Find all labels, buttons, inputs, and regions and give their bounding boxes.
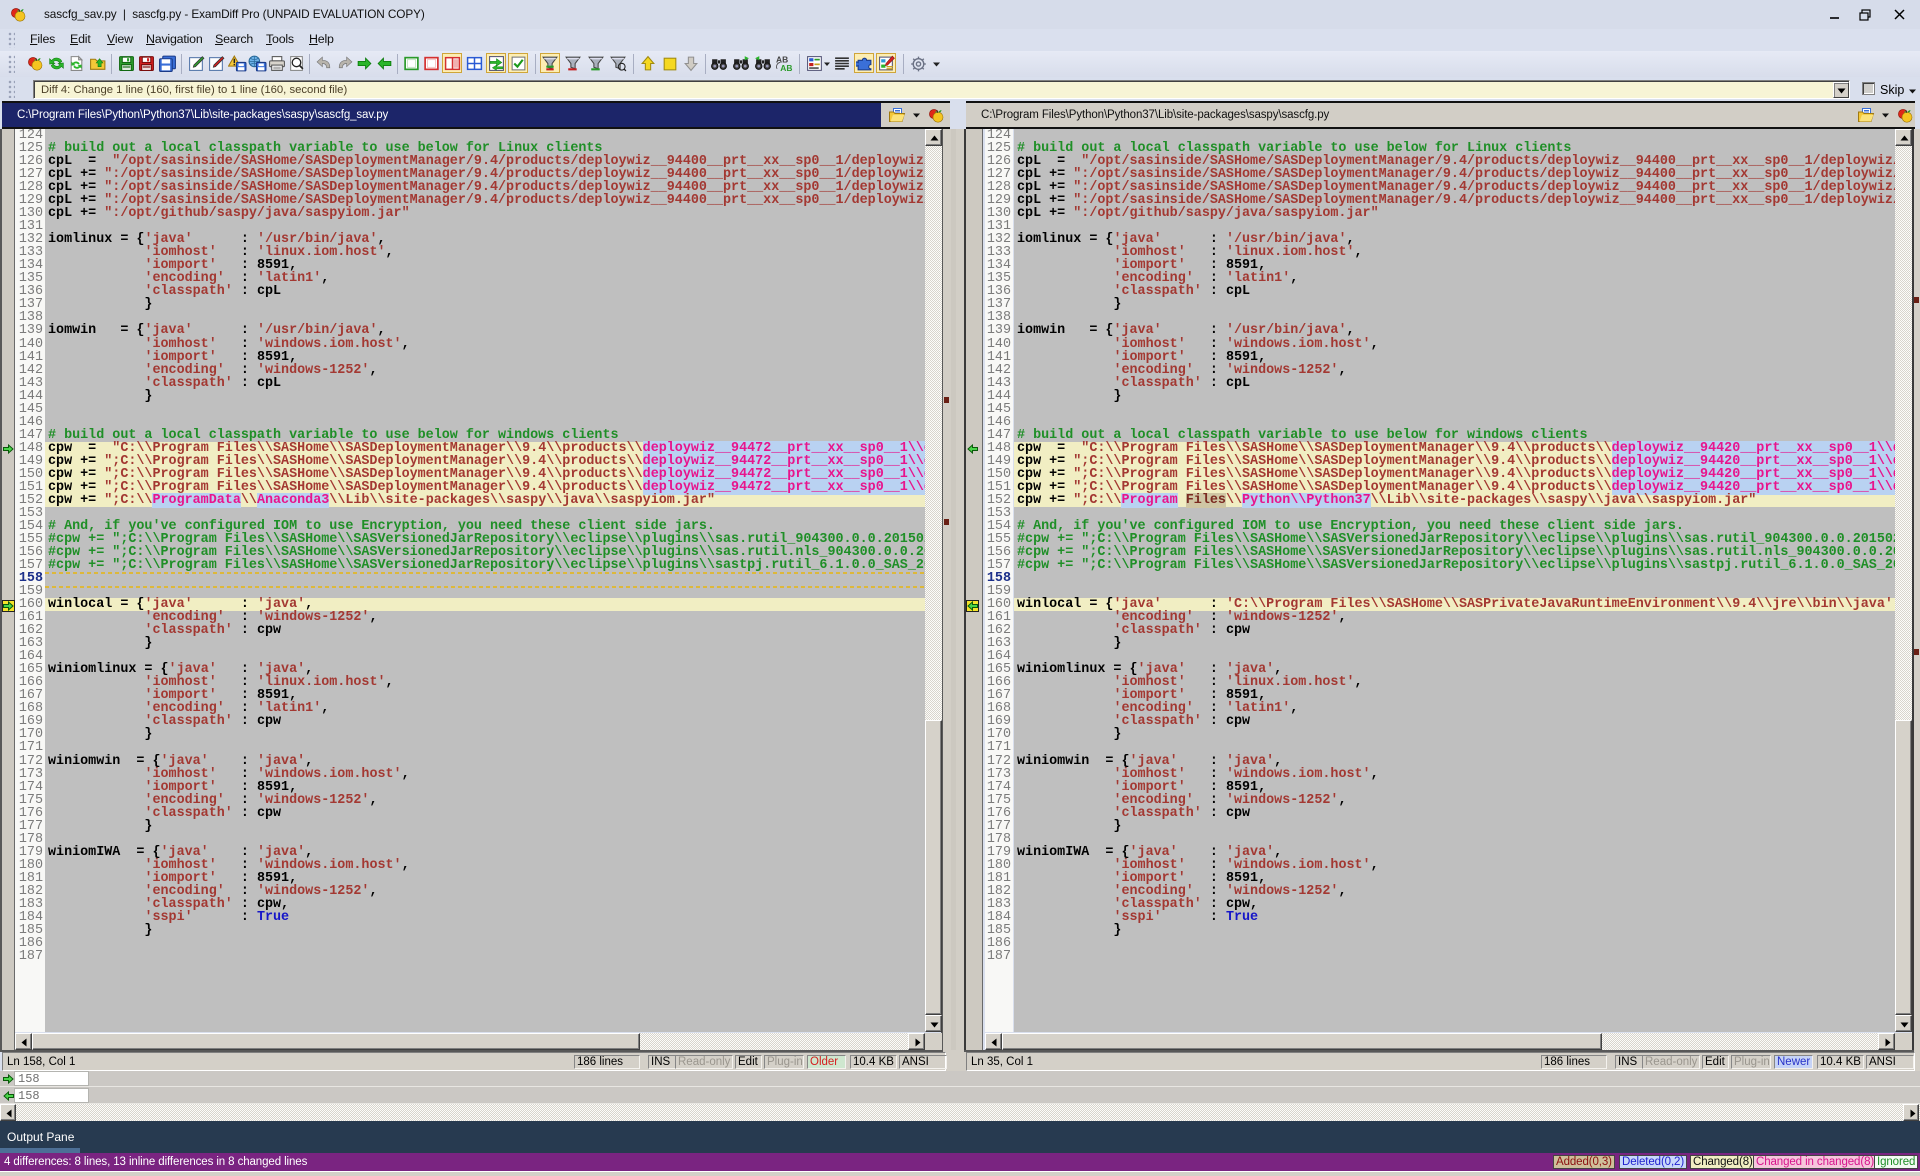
svg-text:AB: AB [780,63,792,72]
